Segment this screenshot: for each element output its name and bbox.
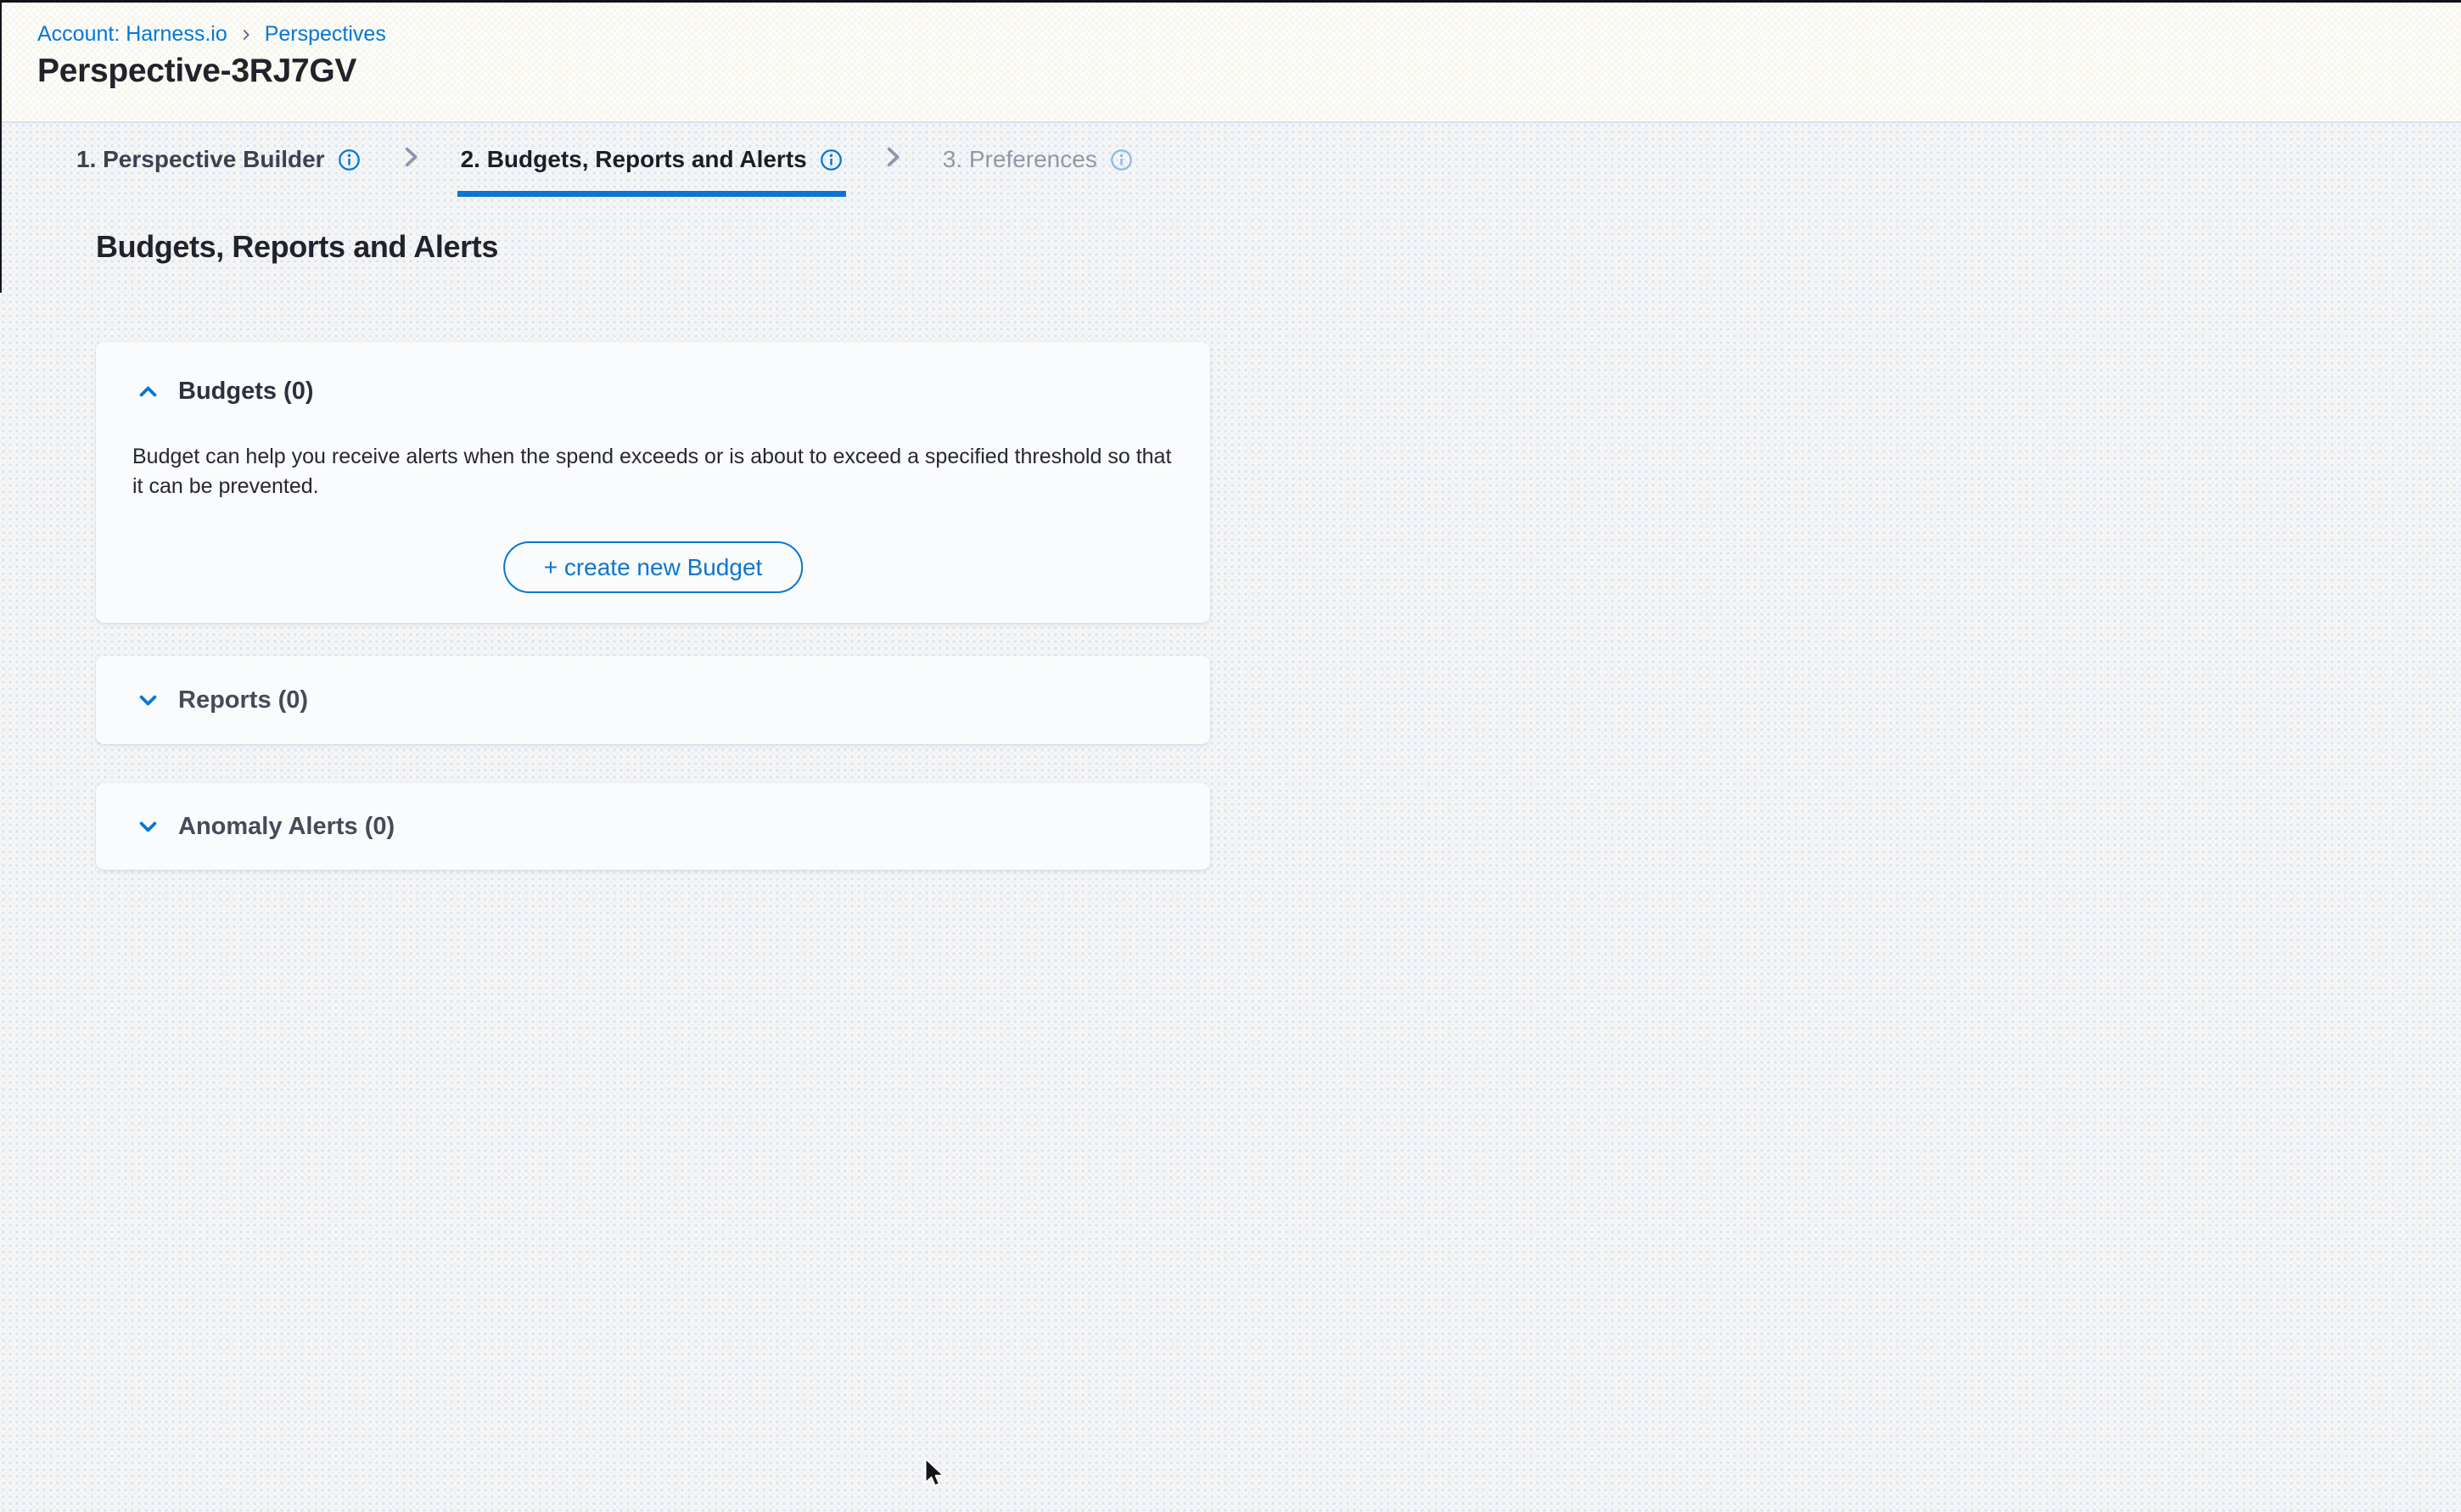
tab-budgets-reports-alerts[interactable]: 2. Budgets, Reports and Alerts [457,123,846,197]
breadcrumb-perspectives-link[interactable]: Perspectives [265,22,386,47]
info-icon[interactable] [338,148,361,171]
screen-left-border [0,0,2,293]
page-title: Perspective-3RJ7GV [37,53,356,90]
reports-title: Reports (0) [178,686,308,714]
breadcrumb-account-link[interactable]: Account: Harness.io [37,22,227,47]
chevron-right-icon [239,28,253,42]
screen-top-border [0,0,2461,3]
budgets-title: Budgets (0) [178,378,314,406]
reports-accordion-toggle[interactable]: Reports (0) [96,656,1210,744]
chevron-down-icon [137,815,160,838]
budgets-description: Budget can help you receive alerts when … [132,442,1172,501]
chevron-down-icon [137,689,160,712]
chevron-right-icon [398,123,423,197]
tab-perspective-builder[interactable]: 1. Perspective Builder [73,123,364,197]
budgets-accordion-toggle[interactable]: Budgets (0) [96,342,1210,406]
reports-card: Reports (0) [96,656,1210,744]
info-icon[interactable] [820,148,843,171]
breadcrumb: Account: Harness.io Perspectives [37,22,386,47]
chevron-up-icon [137,380,160,403]
chevron-right-icon [880,123,905,197]
anomaly-alerts-card: Anomaly Alerts (0) [96,783,1210,870]
app-screen: Account: Harness.io Perspectives Perspec… [0,0,2461,1512]
tab-budgets-reports-alerts-label: 2. Budgets, Reports and Alerts [461,146,807,173]
create-new-budget-button[interactable]: + create new Budget [503,541,804,593]
info-icon[interactable] [1110,148,1133,171]
mouse-cursor-icon [917,1454,952,1490]
tab-perspective-builder-label: 1. Perspective Builder [76,146,325,173]
section-heading: Budgets, Reports and Alerts [96,229,498,265]
tab-preferences-label: 3. Preferences [943,146,1097,173]
wizard-tabs: 1. Perspective Builder 2. Budgets, Repor… [73,123,1136,197]
anomaly-alerts-title: Anomaly Alerts (0) [178,813,395,841]
anomaly-alerts-accordion-toggle[interactable]: Anomaly Alerts (0) [96,783,1210,870]
budgets-card: Budgets (0) Budget can help you receive … [96,342,1210,623]
page-header: Account: Harness.io Perspectives Perspec… [0,0,2461,123]
tab-preferences[interactable]: 3. Preferences [939,123,1136,197]
